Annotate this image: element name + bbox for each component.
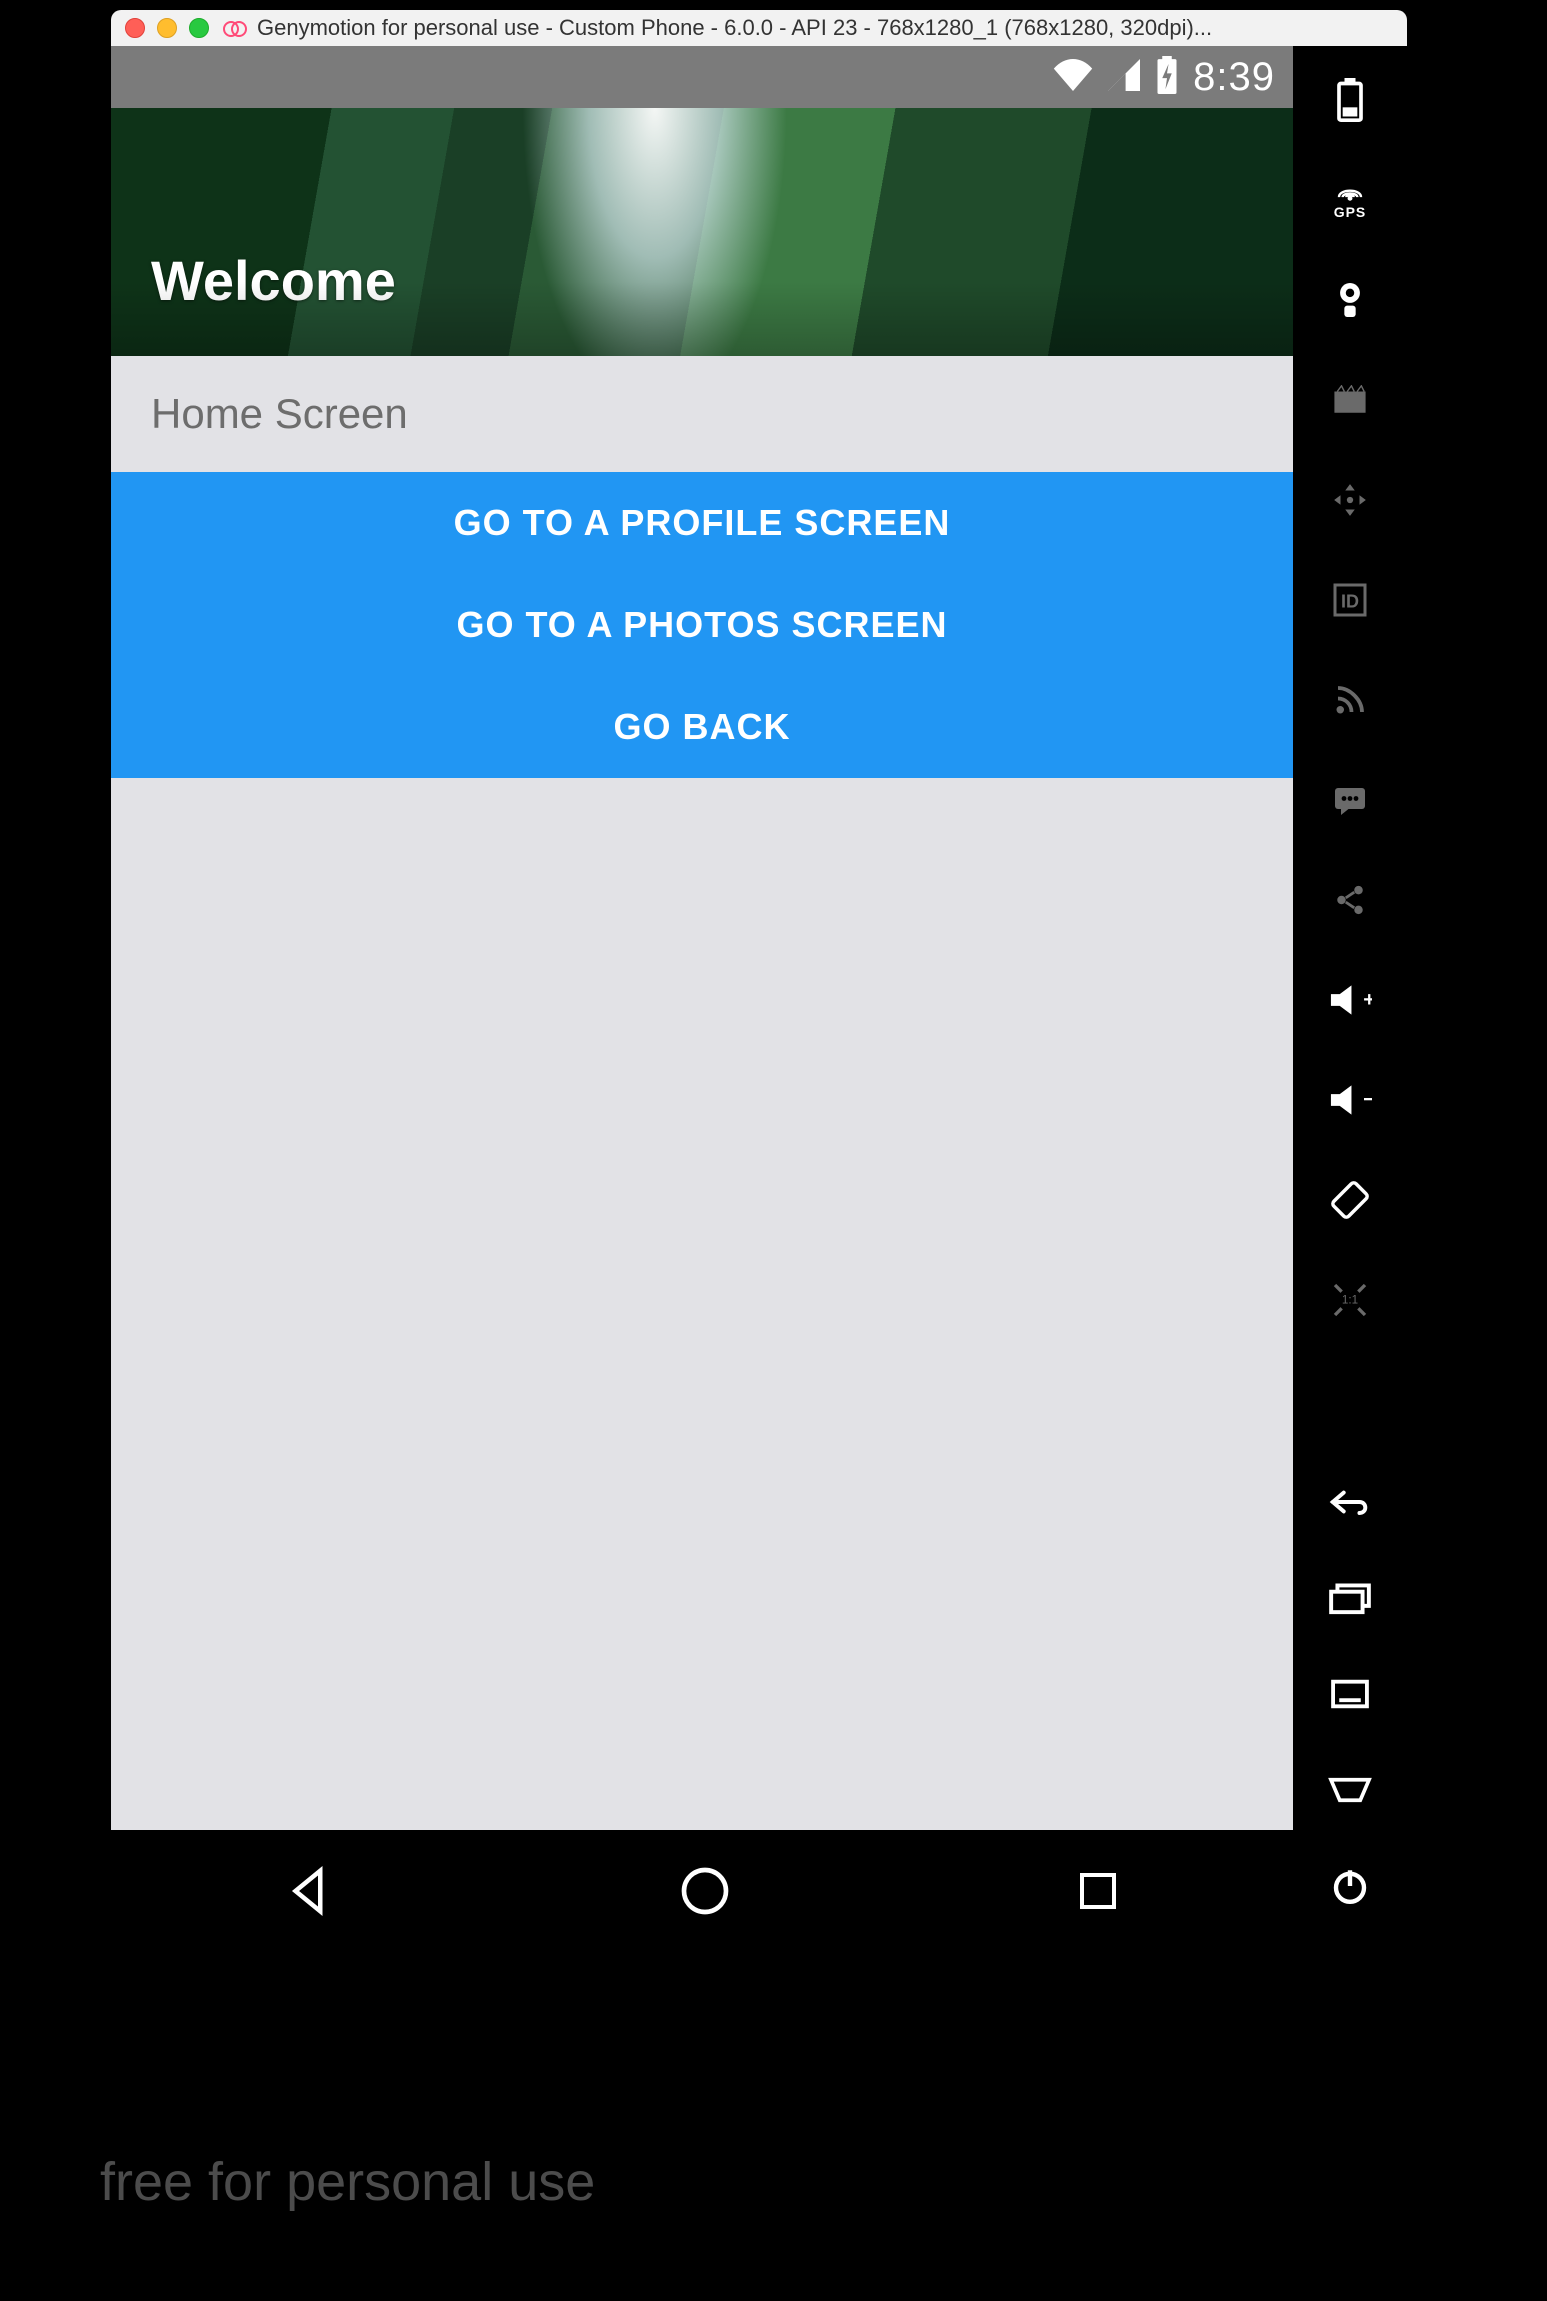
battery-charging-icon (1155, 56, 1179, 99)
mac-traffic-lights (125, 18, 209, 38)
sidebar-share-button[interactable] (1320, 870, 1380, 930)
sidebar-volume-up-button[interactable]: + (1320, 970, 1380, 1030)
mac-titlebar: Genymotion for personal use - Custom Pho… (111, 10, 1407, 46)
sidebar-nav-menu-button[interactable] (1320, 1664, 1380, 1724)
genymotion-sidebar: GPS ID + (1293, 46, 1407, 1952)
svg-text:ID: ID (1341, 592, 1359, 612)
status-bar-time: 8:39 (1193, 55, 1275, 100)
cell-signal-icon (1107, 59, 1141, 96)
wifi-icon (1053, 59, 1093, 96)
sidebar-power-button[interactable] (1320, 1856, 1380, 1916)
svg-text:1:1: 1:1 (1342, 1293, 1358, 1306)
svg-text:−: − (1363, 1088, 1372, 1111)
window-title: Genymotion for personal use - Custom Pho… (257, 15, 1212, 41)
screen-label: Home Screen (111, 356, 1293, 472)
emulator-window: Genymotion for personal use - Custom Pho… (0, 0, 1547, 2301)
sidebar-sms-button[interactable] (1320, 770, 1380, 830)
genymotion-logo-icon (223, 19, 249, 37)
phone-screen: 8:39 Welcome Home Screen GO TO A PROFILE… (111, 46, 1293, 1952)
sidebar-network-button[interactable] (1320, 670, 1380, 730)
go-back-button[interactable]: GO BACK (111, 676, 1293, 778)
watermark-text: free for personal use (100, 2151, 595, 2213)
go-to-photos-button[interactable]: GO TO A PHOTOS SCREEN (111, 574, 1293, 676)
sidebar-gps-label: GPS (1334, 204, 1367, 220)
sidebar-move-button[interactable] (1320, 470, 1380, 530)
android-nav-bar (111, 1830, 1293, 1952)
zoom-window-button[interactable] (189, 18, 209, 38)
button-block: GO TO A PROFILE SCREEN GO TO A PHOTOS SC… (111, 472, 1293, 778)
svg-text:+: + (1363, 988, 1372, 1011)
sidebar-gps-button[interactable]: GPS (1320, 170, 1380, 230)
app-title: Welcome (151, 248, 396, 313)
nav-recent-button[interactable] (1074, 1867, 1122, 1915)
android-status-bar: 8:39 (111, 46, 1293, 108)
sidebar-camera-button[interactable] (1320, 270, 1380, 330)
sidebar-nav-multitask-button[interactable] (1320, 1568, 1380, 1628)
sidebar-nav-back-button[interactable] (1320, 1472, 1380, 1532)
sidebar-volume-down-button[interactable]: − (1320, 1070, 1380, 1130)
sidebar-rotate-button[interactable] (1320, 1170, 1380, 1230)
app-header: Welcome (111, 108, 1293, 356)
sidebar-nav-home-button[interactable] (1320, 1760, 1380, 1820)
sidebar-identifier-button[interactable]: ID (1320, 570, 1380, 630)
go-to-profile-button[interactable]: GO TO A PROFILE SCREEN (111, 472, 1293, 574)
nav-back-button[interactable] (282, 1864, 336, 1918)
sidebar-battery-button[interactable] (1320, 70, 1380, 130)
sidebar-capture-button[interactable] (1320, 370, 1380, 430)
close-window-button[interactable] (125, 18, 145, 38)
minimize-window-button[interactable] (157, 18, 177, 38)
app-content: Home Screen GO TO A PROFILE SCREEN GO TO… (111, 356, 1293, 1830)
nav-home-button[interactable] (677, 1863, 733, 1919)
sidebar-pixel-perfect-button[interactable]: 1:1 (1320, 1270, 1380, 1330)
emulator-frame: 8:39 Welcome Home Screen GO TO A PROFILE… (111, 46, 1407, 1952)
